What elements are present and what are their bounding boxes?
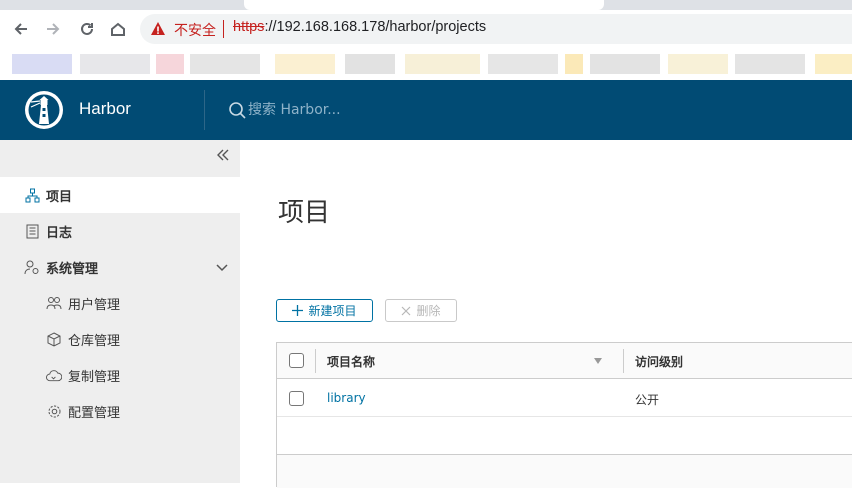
sidebar-item-label: 复制管理	[68, 369, 121, 385]
search-input[interactable]	[248, 99, 448, 121]
chevron-down-icon[interactable]	[214, 259, 230, 275]
blurred-bookmark	[590, 54, 660, 74]
blurred-bookmark	[80, 54, 150, 74]
url-path: ://192.168.168.178/harbor/projects	[264, 19, 487, 35]
page-title: 项目	[278, 198, 331, 228]
app-header: Harbor	[0, 80, 852, 140]
blurred-bookmark	[565, 54, 583, 74]
sidebar-item-label: 日志	[46, 225, 73, 241]
blurred-bookmark	[735, 54, 805, 74]
column-header-name[interactable]: 项目名称	[327, 353, 375, 370]
collapse-sidebar-icon[interactable]	[214, 148, 232, 166]
sidebar-item-label: 用户管理	[68, 297, 121, 313]
gear-icon	[46, 403, 62, 419]
main-content: 项目 新建项目 删除 项目名称 访问级别 library 公开	[240, 140, 852, 488]
bookmarks-bar-blurred	[0, 48, 852, 80]
harbor-logo-icon[interactable]	[24, 90, 64, 130]
new-project-label: 新建项目	[308, 304, 357, 318]
select-all-checkbox[interactable]	[289, 353, 304, 368]
reload-icon[interactable]	[74, 16, 100, 42]
address-bar[interactable]: 不安全 https://192.168.168.178/harbor/proje…	[140, 14, 852, 44]
blurred-bookmark	[345, 54, 395, 74]
sidebar-item-label: 系统管理	[46, 261, 99, 277]
sidebar-item-logs[interactable]: 日志	[0, 213, 240, 249]
project-name-link[interactable]: library	[327, 391, 366, 405]
close-icon	[401, 302, 411, 320]
access-level: 公开	[635, 393, 660, 407]
browser-tab-active[interactable]	[244, 0, 604, 10]
browser-toolbar: 不安全 https://192.168.168.178/harbor/proje…	[0, 10, 852, 48]
plus-icon	[292, 302, 304, 320]
forward-arrow-icon[interactable]	[40, 16, 66, 42]
org-chart-icon	[24, 187, 40, 203]
column-header-access[interactable]: 访问级别	[635, 353, 683, 370]
delete-label: 删除	[416, 304, 441, 318]
sidebar-item-label: 仓库管理	[68, 333, 121, 349]
filter-icon[interactable]	[593, 356, 603, 366]
sidebar-item-replications[interactable]: 复制管理	[0, 357, 240, 393]
sidebar-item-label: 配置管理	[68, 405, 121, 421]
blurred-bookmark	[12, 54, 72, 74]
projects-table: 项目名称 访问级别 library 公开	[276, 342, 852, 488]
sidebar-item-registries[interactable]: 仓库管理	[0, 321, 240, 357]
blurred-bookmark	[405, 54, 480, 74]
header-divider	[204, 90, 205, 130]
sidebar-item-users[interactable]: 用户管理	[0, 285, 240, 321]
admin-user-gear-icon	[24, 259, 40, 275]
blurred-bookmark	[668, 54, 728, 74]
new-project-button[interactable]: 新建项目	[276, 299, 373, 322]
column-separator	[623, 349, 624, 373]
browser-tabstrip	[0, 0, 852, 10]
blurred-bookmark	[488, 54, 558, 74]
sidebar-item-configuration[interactable]: 配置管理	[0, 393, 240, 429]
users-icon	[46, 295, 62, 311]
address-separator	[223, 20, 224, 38]
url-scheme: https	[233, 19, 265, 35]
home-icon[interactable]	[105, 16, 131, 42]
search-icon	[229, 102, 246, 119]
column-separator	[315, 349, 316, 373]
blurred-bookmark	[275, 54, 335, 74]
table-row[interactable]: library 公开	[277, 380, 852, 417]
blurred-bookmark	[156, 54, 184, 74]
sidebar: 项目 日志 系统管理 用户管理 仓库管理 复制管理 配置管理	[0, 140, 240, 483]
table-header: 项目名称 访问级别	[277, 343, 852, 379]
delete-button[interactable]: 删除	[385, 299, 457, 322]
sidebar-item-administration[interactable]: 系统管理	[0, 249, 240, 285]
back-arrow-icon[interactable]	[8, 16, 34, 42]
url-text[interactable]: https://192.168.168.178/harbor/projects	[233, 19, 486, 35]
sidebar-item-label: 项目	[46, 189, 73, 205]
row-checkbox[interactable]	[289, 391, 304, 406]
cube-icon	[46, 331, 62, 347]
brand-name[interactable]: Harbor	[79, 99, 131, 119]
sidebar-item-projects[interactable]: 项目	[0, 177, 240, 213]
security-status[interactable]: 不安全	[174, 20, 216, 40]
cloud-sync-icon	[46, 367, 62, 383]
blurred-bookmark	[815, 54, 852, 74]
log-list-icon	[24, 223, 40, 239]
blurred-bookmark	[190, 54, 260, 74]
warning-icon[interactable]	[150, 21, 166, 37]
